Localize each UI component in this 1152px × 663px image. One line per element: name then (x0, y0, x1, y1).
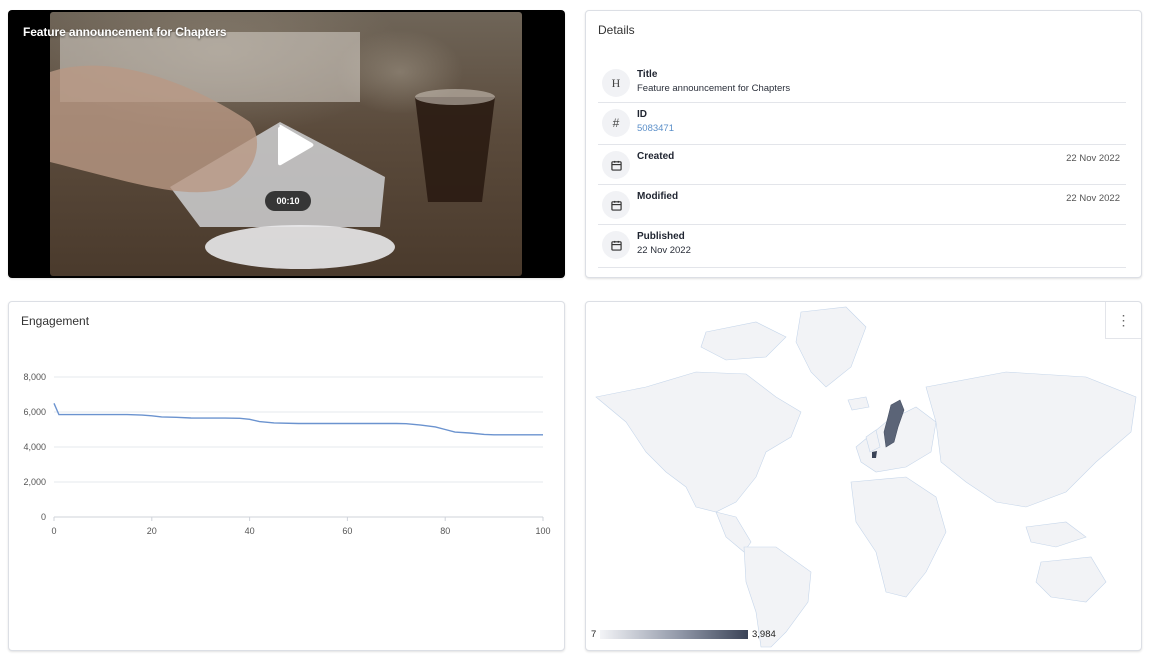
details-panel: Details H Title Feature announcement for… (585, 10, 1142, 278)
mouse-shape (205, 225, 395, 269)
detail-label: Modified (637, 191, 679, 202)
world-map (595, 306, 1137, 648)
x-tick-label: 80 (440, 526, 450, 536)
map-africa (850, 476, 947, 598)
engagement-panel: 0 2,000 4,000 6,000 8,000 0 20 40 60 80 100 Engage… (8, 301, 565, 651)
map-indonesia (1025, 521, 1087, 548)
map-iceland (847, 396, 870, 411)
details-heading: Details (598, 23, 635, 37)
detail-date: 22 Nov 2022 (1066, 153, 1120, 164)
y-tick-label: 0 (41, 512, 46, 522)
legend-gradient-bar (600, 630, 748, 639)
detail-row-created: Created 22 Nov 2022 (598, 145, 1126, 185)
engagement-chart: 0 2,000 4,000 6,000 8,000 0 20 40 60 80 100 (23, 372, 550, 536)
play-icon[interactable] (268, 120, 318, 170)
calendar-icon (602, 231, 630, 259)
hash-icon: # (602, 109, 630, 137)
detail-row-published: Published 22 Nov 2022 (598, 225, 1126, 268)
calendar-icon (602, 151, 630, 179)
map-north-america (595, 371, 802, 513)
details-list: H Title Feature announcement for Chapter… (598, 63, 1126, 268)
detail-date: 22 Nov 2022 (1066, 193, 1120, 204)
engagement-heading: Engagement (21, 314, 90, 328)
x-tick-label: 40 (245, 526, 255, 536)
detail-label: Created (637, 151, 675, 162)
legend-max-value: 3,984 (752, 629, 776, 640)
detail-label: Published (637, 231, 685, 242)
map-arctic-islands (700, 321, 787, 361)
duration-badge: 00:10 (265, 191, 311, 211)
detail-value: 22 Nov 2022 (637, 245, 691, 256)
x-tick-label: 100 (535, 526, 550, 536)
y-tick-label: 8,000 (23, 372, 46, 382)
video-title: Feature announcement for Chapters (23, 25, 227, 39)
map-asia (925, 371, 1137, 508)
detail-label: Title (637, 69, 658, 80)
map-australia (1035, 556, 1107, 603)
detail-row-title: H Title Feature announcement for Chapter… (598, 63, 1126, 103)
more-options-icon[interactable]: ⋮ (1105, 302, 1141, 339)
map-greenland (795, 306, 867, 388)
x-tick-label: 0 (51, 526, 56, 536)
y-tick-label: 4,000 (23, 442, 46, 452)
glass-rim-shape (415, 89, 495, 105)
calendar-icon (602, 191, 630, 219)
detail-id-link[interactable]: 5083471 (637, 123, 674, 134)
detail-value: Feature announcement for Chapters (637, 83, 791, 94)
world-map-panel: ⋮ 7 3,984 (585, 301, 1142, 651)
engagement-series-line (53, 403, 543, 436)
legend-min-value: 7 (591, 629, 597, 640)
detail-row-modified: Modified 22 Nov 2022 (598, 185, 1126, 225)
x-tick-label: 20 (147, 526, 157, 536)
heading-icon: H (602, 69, 630, 97)
map-central-america (715, 511, 752, 553)
x-tick-label: 60 (342, 526, 352, 536)
detail-label: ID (637, 109, 647, 120)
video-player[interactable]: Feature announcement for Chapters 00:10 (8, 10, 565, 278)
y-tick-label: 6,000 (23, 407, 46, 417)
y-tick-label: 2,000 (23, 477, 46, 487)
coffee-glass-shape (415, 97, 495, 202)
detail-row-id: # ID 5083471 (598, 103, 1126, 145)
